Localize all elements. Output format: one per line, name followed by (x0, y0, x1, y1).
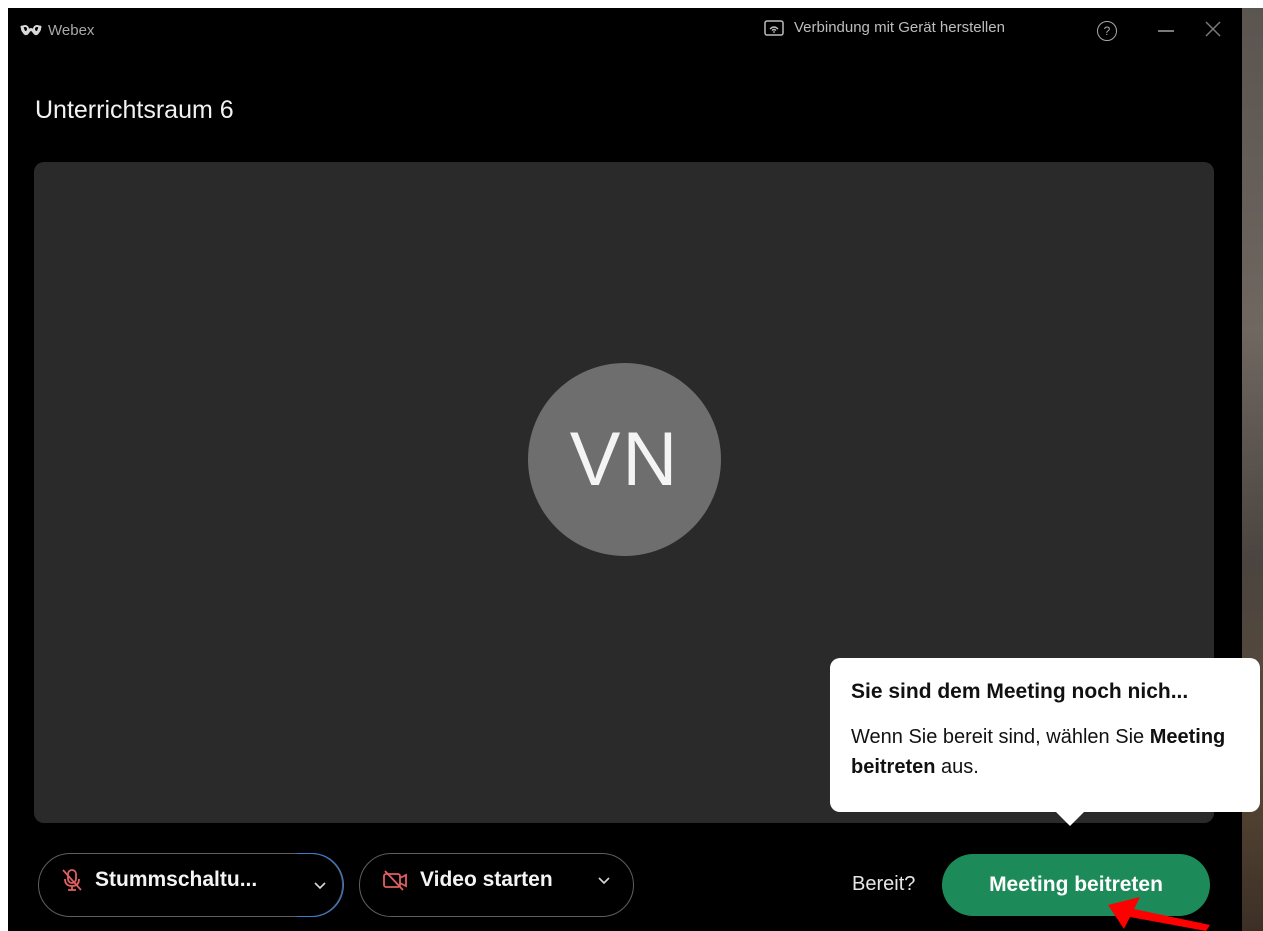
webex-logo-icon (20, 25, 42, 36)
tooltip-body-suffix: aus. (941, 756, 979, 778)
microphone-muted-icon (62, 869, 82, 891)
mute-control: Stummschaltu... (38, 853, 344, 917)
help-icon: ? (1103, 24, 1111, 38)
start-video-button[interactable]: Video starten (382, 868, 553, 892)
device-connect-icon (764, 19, 784, 36)
tooltip-title: Sie sind dem Meeting noch nich... (851, 680, 1189, 703)
video-label: Video starten (420, 868, 553, 891)
tooltip-body: Wenn Sie bereit sind, wählen Sie Meeting… (851, 722, 1231, 782)
help-button[interactable]: ? (1097, 21, 1117, 41)
tooltip-body-prefix: Wenn Sie bereit sind, wählen Sie (851, 726, 1145, 748)
annotation-arrow-icon (1108, 897, 1210, 931)
video-control: Video starten (359, 853, 634, 917)
app-name: Webex (48, 22, 95, 39)
mute-label: Stummschaltu... (95, 868, 258, 891)
meeting-title: Unterrichtsraum 6 (35, 96, 234, 124)
connect-device-label: Verbindung mit Gerät herstellen (794, 19, 1005, 36)
connect-device-button[interactable]: Verbindung mit Gerät herstellen (764, 19, 1005, 36)
minimize-button[interactable] (1158, 30, 1174, 32)
avatar: VN (528, 363, 721, 556)
title-bar: Webex Verbindung mit Gerät herstellen ? (8, 8, 1242, 56)
mute-button[interactable]: Stummschaltu... (61, 868, 257, 892)
camera-off-icon (383, 870, 407, 891)
chevron-down-icon (314, 881, 326, 889)
join-hint-tooltip: Sie sind dem Meeting noch nich... Wenn S… (830, 658, 1260, 812)
screenshot-stage: Webex Verbindung mit Gerät herstellen ? … (0, 0, 1263, 931)
tooltip-pointer (1054, 810, 1086, 826)
video-options-chevron-down-icon[interactable] (597, 876, 611, 885)
close-icon[interactable] (1204, 20, 1222, 38)
mute-options-button[interactable] (297, 853, 344, 917)
ready-label: Bereit? (852, 873, 916, 895)
